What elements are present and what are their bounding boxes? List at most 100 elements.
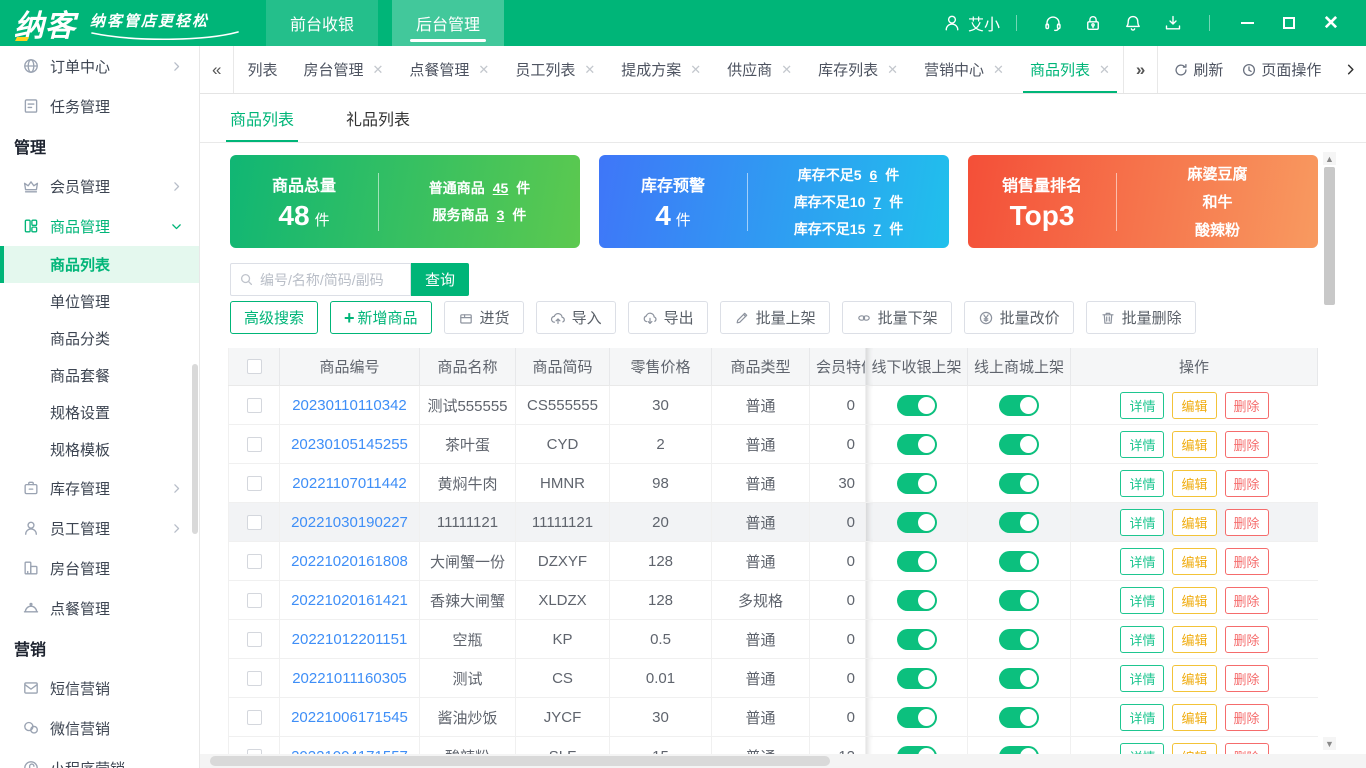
sidebar-item[interactable]: 小程序营销 [0, 748, 199, 768]
hscroll-thumb[interactable] [210, 756, 830, 766]
product-code-link[interactable]: 20230110110342 [292, 397, 407, 414]
product-code-link[interactable]: 20221030190227 [291, 514, 408, 531]
delete-button[interactable]: 删除 [1224, 586, 1269, 614]
delete-button[interactable]: 删除 [1224, 508, 1269, 536]
offline-shelf-toggle[interactable] [896, 628, 937, 650]
sidebar-subitem[interactable]: 商品分类 [0, 320, 199, 357]
online-shelf-toggle[interactable] [999, 706, 1039, 728]
open-tab[interactable]: 供应商 ✕ [714, 46, 805, 93]
offline-shelf-toggle[interactable] [896, 667, 937, 689]
card-line-number[interactable]: 7 [873, 221, 881, 237]
sidebar-item[interactable]: 订单中心 [0, 46, 199, 86]
lock-icon[interactable] [1083, 13, 1103, 33]
sidebar-item[interactable]: 库存管理 [0, 468, 199, 508]
detail-button[interactable]: 详情 [1120, 664, 1165, 692]
sidebar-subitem[interactable]: 商品列表 [0, 246, 199, 283]
card-line-number[interactable]: 7 [873, 194, 881, 210]
add-product-button[interactable]: + 新增商品 [330, 301, 432, 334]
edit-button[interactable]: 编辑 [1172, 625, 1217, 653]
offline-shelf-toggle[interactable] [896, 706, 937, 728]
edit-button[interactable]: 编辑 [1172, 547, 1217, 575]
close-button[interactable]: ✕ [1322, 14, 1340, 33]
header-nav-cashier[interactable]: 前台收银 [266, 0, 379, 46]
open-tab[interactable]: 列表 [234, 46, 290, 93]
offline-shelf-toggle[interactable] [896, 433, 937, 455]
user-menu[interactable]: 艾小 [942, 11, 1000, 35]
batch-delete-button[interactable]: 批量删除 [1085, 301, 1196, 334]
offline-shelf-toggle[interactable] [896, 394, 937, 416]
close-tab-icon[interactable]: ✕ [373, 62, 384, 78]
scroll-up-icon[interactable]: ▲ [1323, 152, 1336, 165]
edit-button[interactable]: 编辑 [1172, 703, 1217, 731]
sidebar-subitem[interactable]: 规格模板 [0, 431, 199, 468]
online-shelf-toggle[interactable] [999, 628, 1039, 650]
product-code-link[interactable]: 20221107011442 [292, 475, 407, 492]
row-checkbox[interactable] [246, 397, 262, 413]
export-button[interactable]: 导出 [627, 301, 708, 334]
tabs-scroll-right-icon[interactable]: » [1122, 46, 1157, 93]
offline-shelf-toggle[interactable] [896, 511, 937, 533]
detail-button[interactable]: 详情 [1120, 703, 1165, 731]
download-icon[interactable] [1163, 13, 1183, 33]
edit-button[interactable]: 编辑 [1172, 508, 1217, 536]
delete-button[interactable]: 删除 [1224, 664, 1269, 692]
edit-button[interactable]: 编辑 [1172, 391, 1217, 419]
product-code-link[interactable]: 20221020161808 [291, 553, 408, 570]
detail-button[interactable]: 详情 [1120, 547, 1165, 575]
delete-button[interactable]: 删除 [1224, 703, 1269, 731]
online-shelf-toggle[interactable] [999, 433, 1039, 455]
close-tab-icon[interactable]: ✕ [584, 62, 595, 78]
batch-off-shelf-button[interactable]: 批量下架 [841, 301, 952, 334]
sidebar-item[interactable]: 短信营销 [0, 668, 199, 708]
row-checkbox[interactable] [246, 709, 262, 725]
row-checkbox[interactable] [246, 553, 262, 569]
edit-button[interactable]: 编辑 [1172, 430, 1217, 458]
page-ops-button[interactable]: 页面操作 [1232, 59, 1330, 80]
online-shelf-toggle[interactable] [999, 472, 1039, 494]
sidebar-item[interactable]: 房台管理 [0, 548, 199, 588]
sidebar-subitem[interactable]: 规格设置 [0, 394, 199, 431]
sidebar-item[interactable]: 员工管理 [0, 508, 199, 548]
sidebar-scrollbar[interactable] [192, 364, 198, 534]
header-nav-backoffice[interactable]: 后台管理 [392, 0, 505, 46]
online-shelf-toggle[interactable] [999, 394, 1039, 416]
close-tab-icon[interactable]: ✕ [690, 62, 701, 78]
detail-button[interactable]: 详情 [1120, 625, 1165, 653]
open-tab[interactable]: 点餐管理 ✕ [396, 46, 502, 93]
vertical-scrollbar[interactable]: ▲ ▼ [1323, 152, 1336, 750]
scroll-thumb[interactable] [1324, 167, 1335, 305]
tab-gift-list[interactable]: 礼品列表 [346, 94, 410, 142]
search-button[interactable]: 查询 [411, 263, 470, 296]
online-shelf-toggle[interactable] [999, 667, 1039, 689]
edit-button[interactable]: 编辑 [1172, 469, 1217, 497]
minimize-button[interactable] [1238, 14, 1256, 32]
open-tab[interactable]: 员工列表 ✕ [502, 46, 608, 93]
card-line-number[interactable]: 6 [870, 167, 878, 183]
sidebar-subitem[interactable]: 单位管理 [0, 283, 199, 320]
open-tab[interactable]: 库存列表 ✕ [805, 46, 911, 93]
product-code-link[interactable]: 20221006171545 [291, 709, 408, 726]
close-tab-icon[interactable]: ✕ [781, 62, 792, 78]
open-tab[interactable]: 房台管理 ✕ [290, 46, 396, 93]
offline-shelf-toggle[interactable] [896, 589, 937, 611]
bell-icon[interactable] [1123, 13, 1143, 33]
row-checkbox[interactable] [246, 436, 262, 452]
advanced-search-button[interactable]: 高级搜索 [230, 301, 319, 334]
delete-button[interactable]: 删除 [1224, 469, 1269, 497]
online-shelf-toggle[interactable] [999, 550, 1039, 572]
open-tab[interactable]: 提成方案 ✕ [608, 46, 714, 93]
product-code-link[interactable]: 20221011160305 [292, 670, 407, 687]
purchase-button[interactable]: 进货 [443, 301, 524, 334]
product-code-link[interactable]: 20230105145255 [291, 436, 408, 453]
close-tab-icon[interactable]: ✕ [1099, 62, 1110, 78]
sidebar-item[interactable]: 点餐管理 [0, 588, 199, 628]
refresh-button[interactable]: 刷新 [1164, 59, 1232, 80]
batch-on-shelf-button[interactable]: 批量上架 [719, 301, 830, 334]
open-tab[interactable]: 商品列表 ✕ [1017, 46, 1123, 93]
close-tab-icon[interactable]: ✕ [887, 62, 898, 78]
detail-button[interactable]: 详情 [1120, 508, 1165, 536]
search-input[interactable] [260, 271, 402, 288]
card-line-number[interactable]: 3 [497, 207, 505, 223]
sidebar-item[interactable]: 会员管理 [0, 166, 199, 206]
delete-button[interactable]: 删除 [1224, 391, 1269, 419]
